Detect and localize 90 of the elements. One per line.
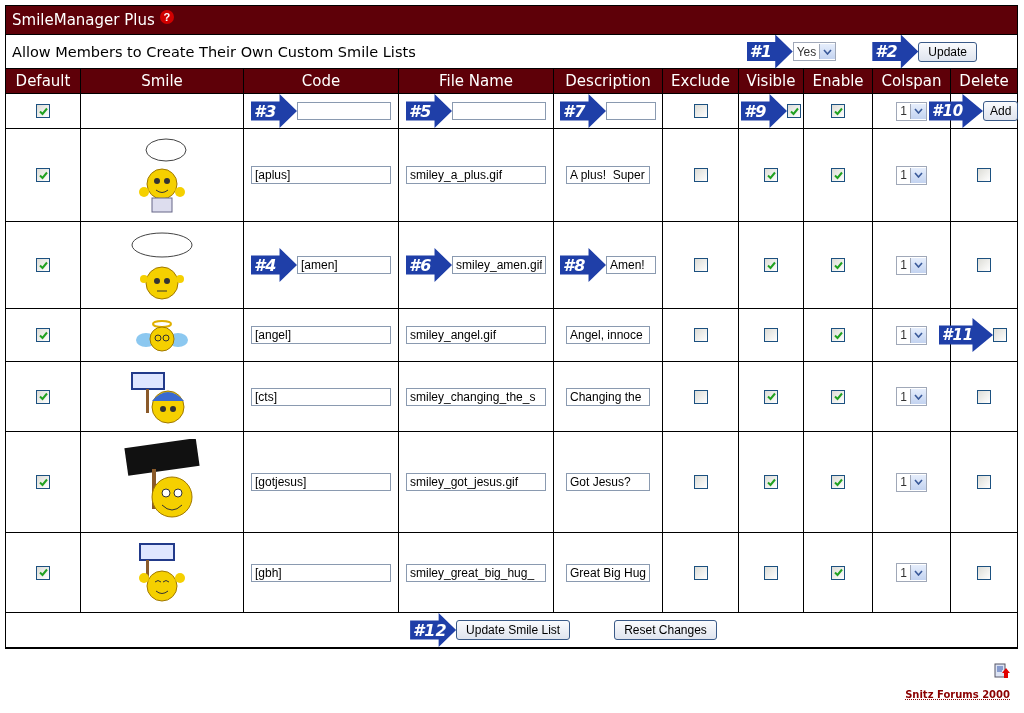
description-input[interactable] xyxy=(606,102,656,120)
credit-link[interactable]: Snitz Forums 2000 xyxy=(905,689,1010,700)
checkbox[interactable] xyxy=(993,328,1007,342)
checkbox[interactable] xyxy=(831,475,845,490)
code-input[interactable]: [amen] xyxy=(297,256,391,274)
checkbox[interactable] xyxy=(831,328,845,343)
yes-no-dropdown[interactable]: Yes xyxy=(792,42,837,61)
colspan-dropdown[interactable]: 1 xyxy=(896,563,927,582)
colspan-dropdown[interactable]: 1 xyxy=(896,165,927,185)
file-name-input[interactable]: smiley_got_jesus.gif xyxy=(406,473,546,491)
form-button[interactable]: Reset Changes xyxy=(614,620,717,640)
description-input[interactable]: Great Big Hug xyxy=(566,563,650,582)
description-input[interactable]: Amen! xyxy=(606,256,656,274)
checkbox[interactable] xyxy=(36,258,50,273)
colspan-dropdown[interactable]: 1 xyxy=(896,101,927,121)
form-button[interactable]: Update Smile List xyxy=(456,620,571,640)
code-input[interactable]: [cts] xyxy=(251,387,391,406)
caret-icon xyxy=(913,172,923,178)
description-input[interactable]: Changing the xyxy=(566,387,650,406)
column-header: Smile xyxy=(80,68,244,94)
column-header: Exclude xyxy=(662,68,739,94)
checkbox[interactable] xyxy=(764,389,778,404)
checkbox[interactable] xyxy=(977,258,991,273)
code-input[interactable] xyxy=(297,102,391,120)
caret-icon xyxy=(913,569,923,576)
checkbox[interactable] xyxy=(36,104,50,119)
column-header: File Name xyxy=(398,68,554,94)
checkbox[interactable] xyxy=(977,168,991,183)
column-header: Description xyxy=(553,68,663,94)
code-input[interactable]: [aplus] xyxy=(251,166,391,184)
setting-label: Allow Members to Create Their Own Custom Smile Lists xyxy=(12,43,416,60)
checkbox[interactable] xyxy=(36,475,50,490)
checkbox[interactable] xyxy=(764,475,778,490)
checkbox[interactable] xyxy=(831,389,845,404)
checkbox[interactable] xyxy=(693,389,708,404)
checkbox[interactable] xyxy=(36,168,50,183)
checkbox[interactable] xyxy=(36,565,50,580)
code-input[interactable]: [gotjesus] xyxy=(251,473,391,491)
caret-icon xyxy=(823,48,833,55)
checkbox[interactable] xyxy=(764,328,778,343)
caret-icon xyxy=(913,332,923,338)
checkbox[interactable] xyxy=(764,258,778,273)
checkbox[interactable] xyxy=(831,168,845,183)
caret-icon xyxy=(913,479,923,485)
checkbox[interactable] xyxy=(787,104,801,118)
description-input[interactable]: A plus! Super xyxy=(566,166,650,184)
checkbox[interactable] xyxy=(693,328,708,343)
checkbox[interactable] xyxy=(831,104,845,119)
column-header: Delete xyxy=(950,68,1018,94)
description-input[interactable]: Angel, innoce xyxy=(566,326,650,344)
update-button[interactable]: Update xyxy=(918,41,977,62)
file-name-input[interactable]: smiley_a_plus.gif xyxy=(406,166,546,184)
colspan-dropdown[interactable]: 1 xyxy=(896,255,927,275)
column-header: Colspan xyxy=(872,68,951,94)
checkbox[interactable] xyxy=(831,565,845,580)
description-input[interactable]: Got Jesus? xyxy=(566,473,650,491)
colspan-dropdown[interactable]: 1 xyxy=(896,387,927,406)
checkbox[interactable] xyxy=(693,168,708,183)
column-header: Default xyxy=(5,68,81,94)
help-icon[interactable]: ? xyxy=(159,10,174,24)
page-title: SmileManager Plus xyxy=(12,11,155,29)
checkbox[interactable] xyxy=(977,475,991,490)
colspan-dropdown[interactable]: 1 xyxy=(896,325,927,345)
checkbox[interactable] xyxy=(693,565,708,580)
file-name-input[interactable]: smiley_great_big_hug_ xyxy=(406,563,546,582)
file-name-input[interactable]: smiley_changing_the_s xyxy=(406,387,546,406)
file-name-input[interactable]: smiley_angel.gif xyxy=(406,326,546,344)
column-header: Code xyxy=(243,68,399,94)
checkbox[interactable] xyxy=(764,565,778,580)
checkbox[interactable] xyxy=(36,328,50,343)
column-header: Enable xyxy=(803,68,873,94)
checkbox[interactable] xyxy=(693,258,708,273)
checkbox[interactable] xyxy=(693,104,708,119)
code-input[interactable]: [angel] xyxy=(251,326,391,344)
caret-icon xyxy=(913,393,923,400)
file-name-input[interactable] xyxy=(452,102,546,120)
checkbox[interactable] xyxy=(977,565,991,580)
document-arrow-icon[interactable] xyxy=(994,663,1010,679)
caret-icon xyxy=(913,262,923,268)
checkbox[interactable] xyxy=(693,475,708,490)
code-input[interactable]: [gbh] xyxy=(251,563,391,582)
colspan-dropdown[interactable]: 1 xyxy=(896,472,927,492)
file-name-input[interactable]: smiley_amen.gif xyxy=(452,256,546,274)
checkbox[interactable] xyxy=(764,168,778,183)
column-header: Visible xyxy=(738,68,804,94)
checkbox[interactable] xyxy=(831,258,845,273)
add-button[interactable]: Add xyxy=(983,101,1019,121)
checkbox[interactable] xyxy=(977,389,991,404)
checkbox[interactable] xyxy=(36,389,50,404)
caret-icon xyxy=(913,108,923,114)
